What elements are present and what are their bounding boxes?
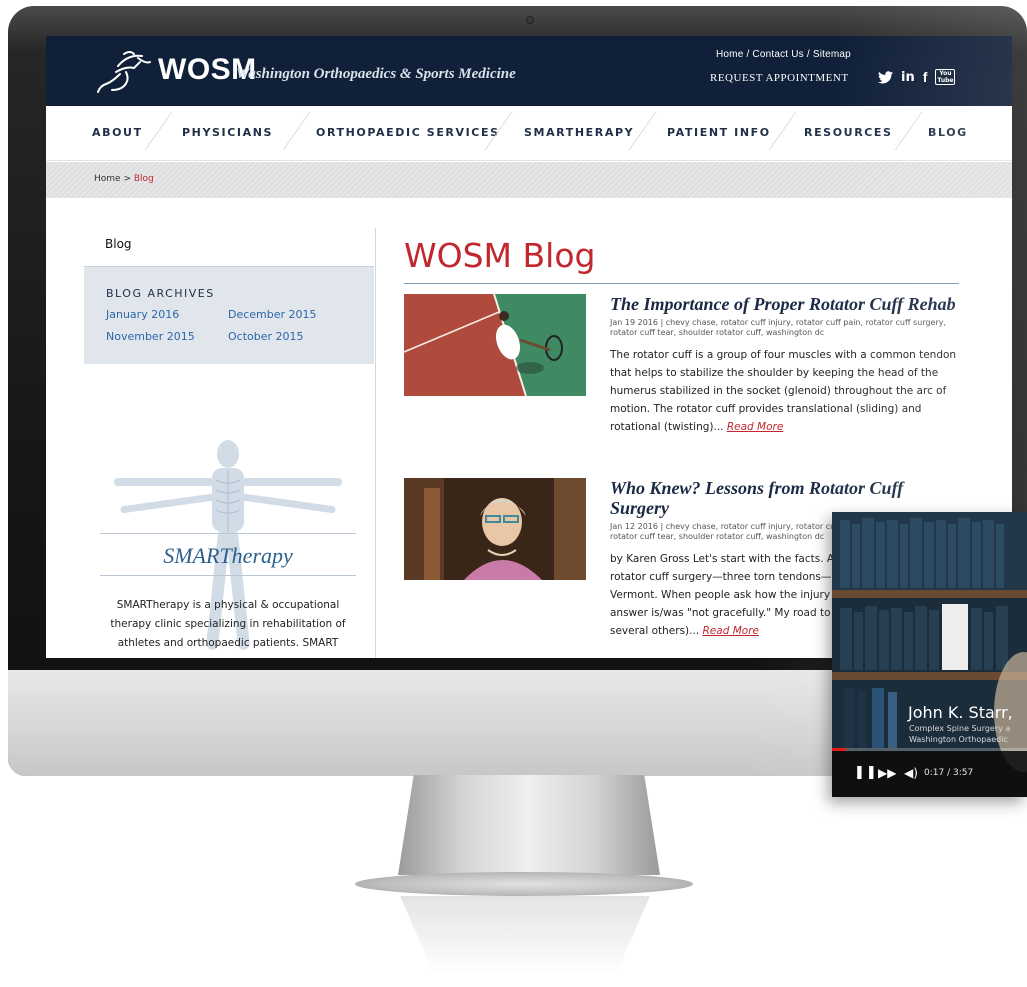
blog-post: The Importance of Proper Rotator Cuff Re… (404, 294, 964, 454)
nav-smartherapy[interactable]: SMARTHERAPY (524, 126, 634, 139)
monitor-stand-neck (398, 775, 660, 875)
breadcrumb-home[interactable]: Home (94, 174, 121, 184)
breadcrumb: Home > Blog (94, 174, 154, 184)
nav-divider (144, 112, 173, 150)
breadcrumb-current[interactable]: Blog (134, 174, 154, 184)
nav-divider (768, 112, 797, 150)
promo-rule-top (100, 533, 356, 534)
sidebar-divider (375, 228, 376, 658)
video-speaker-title: Complex Spine Surgery a (909, 724, 1011, 733)
youtube-icon-text-bottom: Tube (937, 77, 954, 84)
nav-resources[interactable]: RESOURCES (804, 126, 893, 139)
next-icon[interactable]: ▶▶ (878, 765, 896, 781)
sidebar-blog-link[interactable]: Blog (105, 237, 132, 251)
utility-links: Home / Contact Us / Sitemap (716, 49, 851, 60)
nav-divider (894, 112, 923, 150)
main-nav: ABOUT PHYSICIANS ORTHOPAEDIC SERVICES SM… (46, 106, 1012, 161)
youtube-icon-text-top: You (939, 70, 952, 77)
blog-archives-box: BLOG ARCHIVES January 2016 December 2015… (84, 266, 374, 364)
archive-link-november-2015[interactable]: November 2015 (106, 330, 195, 343)
title-rule (404, 283, 959, 284)
post-excerpt: The rotator cuff is a group of four musc… (610, 346, 960, 436)
video-speaker-name: John K. Starr, (908, 703, 1013, 722)
archive-link-december-2015[interactable]: December 2015 (228, 308, 317, 321)
video-speaker-org: Washington Orthopaedic (909, 735, 1008, 744)
nav-patient-info[interactable]: PATIENT INFO (667, 126, 771, 139)
smartherapy-promo[interactable]: SMARTherapy SMARTherapy is a physical & … (100, 416, 356, 658)
breadcrumb-bar: Home > Blog (46, 162, 1012, 198)
video-time: 0:17 / 3:57 (924, 768, 974, 778)
page-title: WOSM Blog (404, 236, 596, 275)
post-title[interactable]: The Importance of Proper Rotator Cuff Re… (610, 294, 960, 314)
breadcrumb-sep: > (120, 174, 134, 184)
nav-physicians[interactable]: PHYSICIANS (182, 126, 273, 139)
archive-link-january-2016[interactable]: January 2016 (106, 308, 179, 321)
video-player[interactable]: John K. Starr, Complex Spine Surgery a W… (832, 512, 1027, 797)
read-more-link[interactable]: Read More (727, 421, 783, 433)
tennis-player-thumbnail[interactable] (404, 294, 586, 396)
monitor-stand-base (355, 872, 693, 896)
promo-title[interactable]: SMARTherapy (100, 543, 356, 569)
camera-icon (527, 17, 533, 23)
pause-icon[interactable]: ❚❚ (854, 765, 878, 781)
promo-description: SMARTherapy is a physical & occupational… (110, 599, 346, 649)
stand-reflection (400, 896, 650, 976)
util-sep: / (803, 49, 813, 60)
archive-link-october-2015[interactable]: October 2015 (228, 330, 304, 343)
post-meta: Jan 19 2016 | chevy chase, rotator cuff … (610, 318, 946, 337)
util-link-sitemap[interactable]: Sitemap (813, 49, 851, 60)
nav-about[interactable]: ABOUT (92, 126, 143, 139)
read-more-link[interactable]: Read More (703, 625, 759, 637)
social-links: in f You Tube (878, 69, 956, 85)
video-controls: ❚❚ ▶▶ ◀) 0:17 / 3:57 (832, 751, 1027, 797)
youtube-icon[interactable]: You Tube (935, 69, 956, 85)
karen-gross-thumbnail[interactable] (404, 478, 586, 580)
site-header: WOSM Washington Orthopaedics & Sports Me… (46, 36, 1012, 106)
util-link-home[interactable]: Home (716, 49, 743, 60)
twitter-icon[interactable] (878, 70, 893, 84)
request-appointment-link[interactable]: REQUEST APPOINTMENT (710, 72, 849, 84)
util-link-contact[interactable]: Contact Us (752, 49, 803, 60)
nav-blog[interactable]: BLOG (928, 126, 968, 139)
nav-divider (282, 112, 311, 150)
promo-rule-bottom (100, 575, 356, 576)
runner-logo-icon[interactable] (94, 48, 156, 98)
linkedin-icon[interactable]: in (901, 71, 915, 84)
facebook-icon[interactable]: f (923, 70, 928, 84)
volume-icon[interactable]: ◀) (904, 765, 918, 781)
nav-orthopaedic-services[interactable]: ORTHOPAEDIC SERVICES (316, 126, 500, 139)
site-tagline: Washington Orthopaedics & Sports Medicin… (236, 66, 516, 82)
archives-heading: BLOG ARCHIVES (106, 287, 215, 300)
